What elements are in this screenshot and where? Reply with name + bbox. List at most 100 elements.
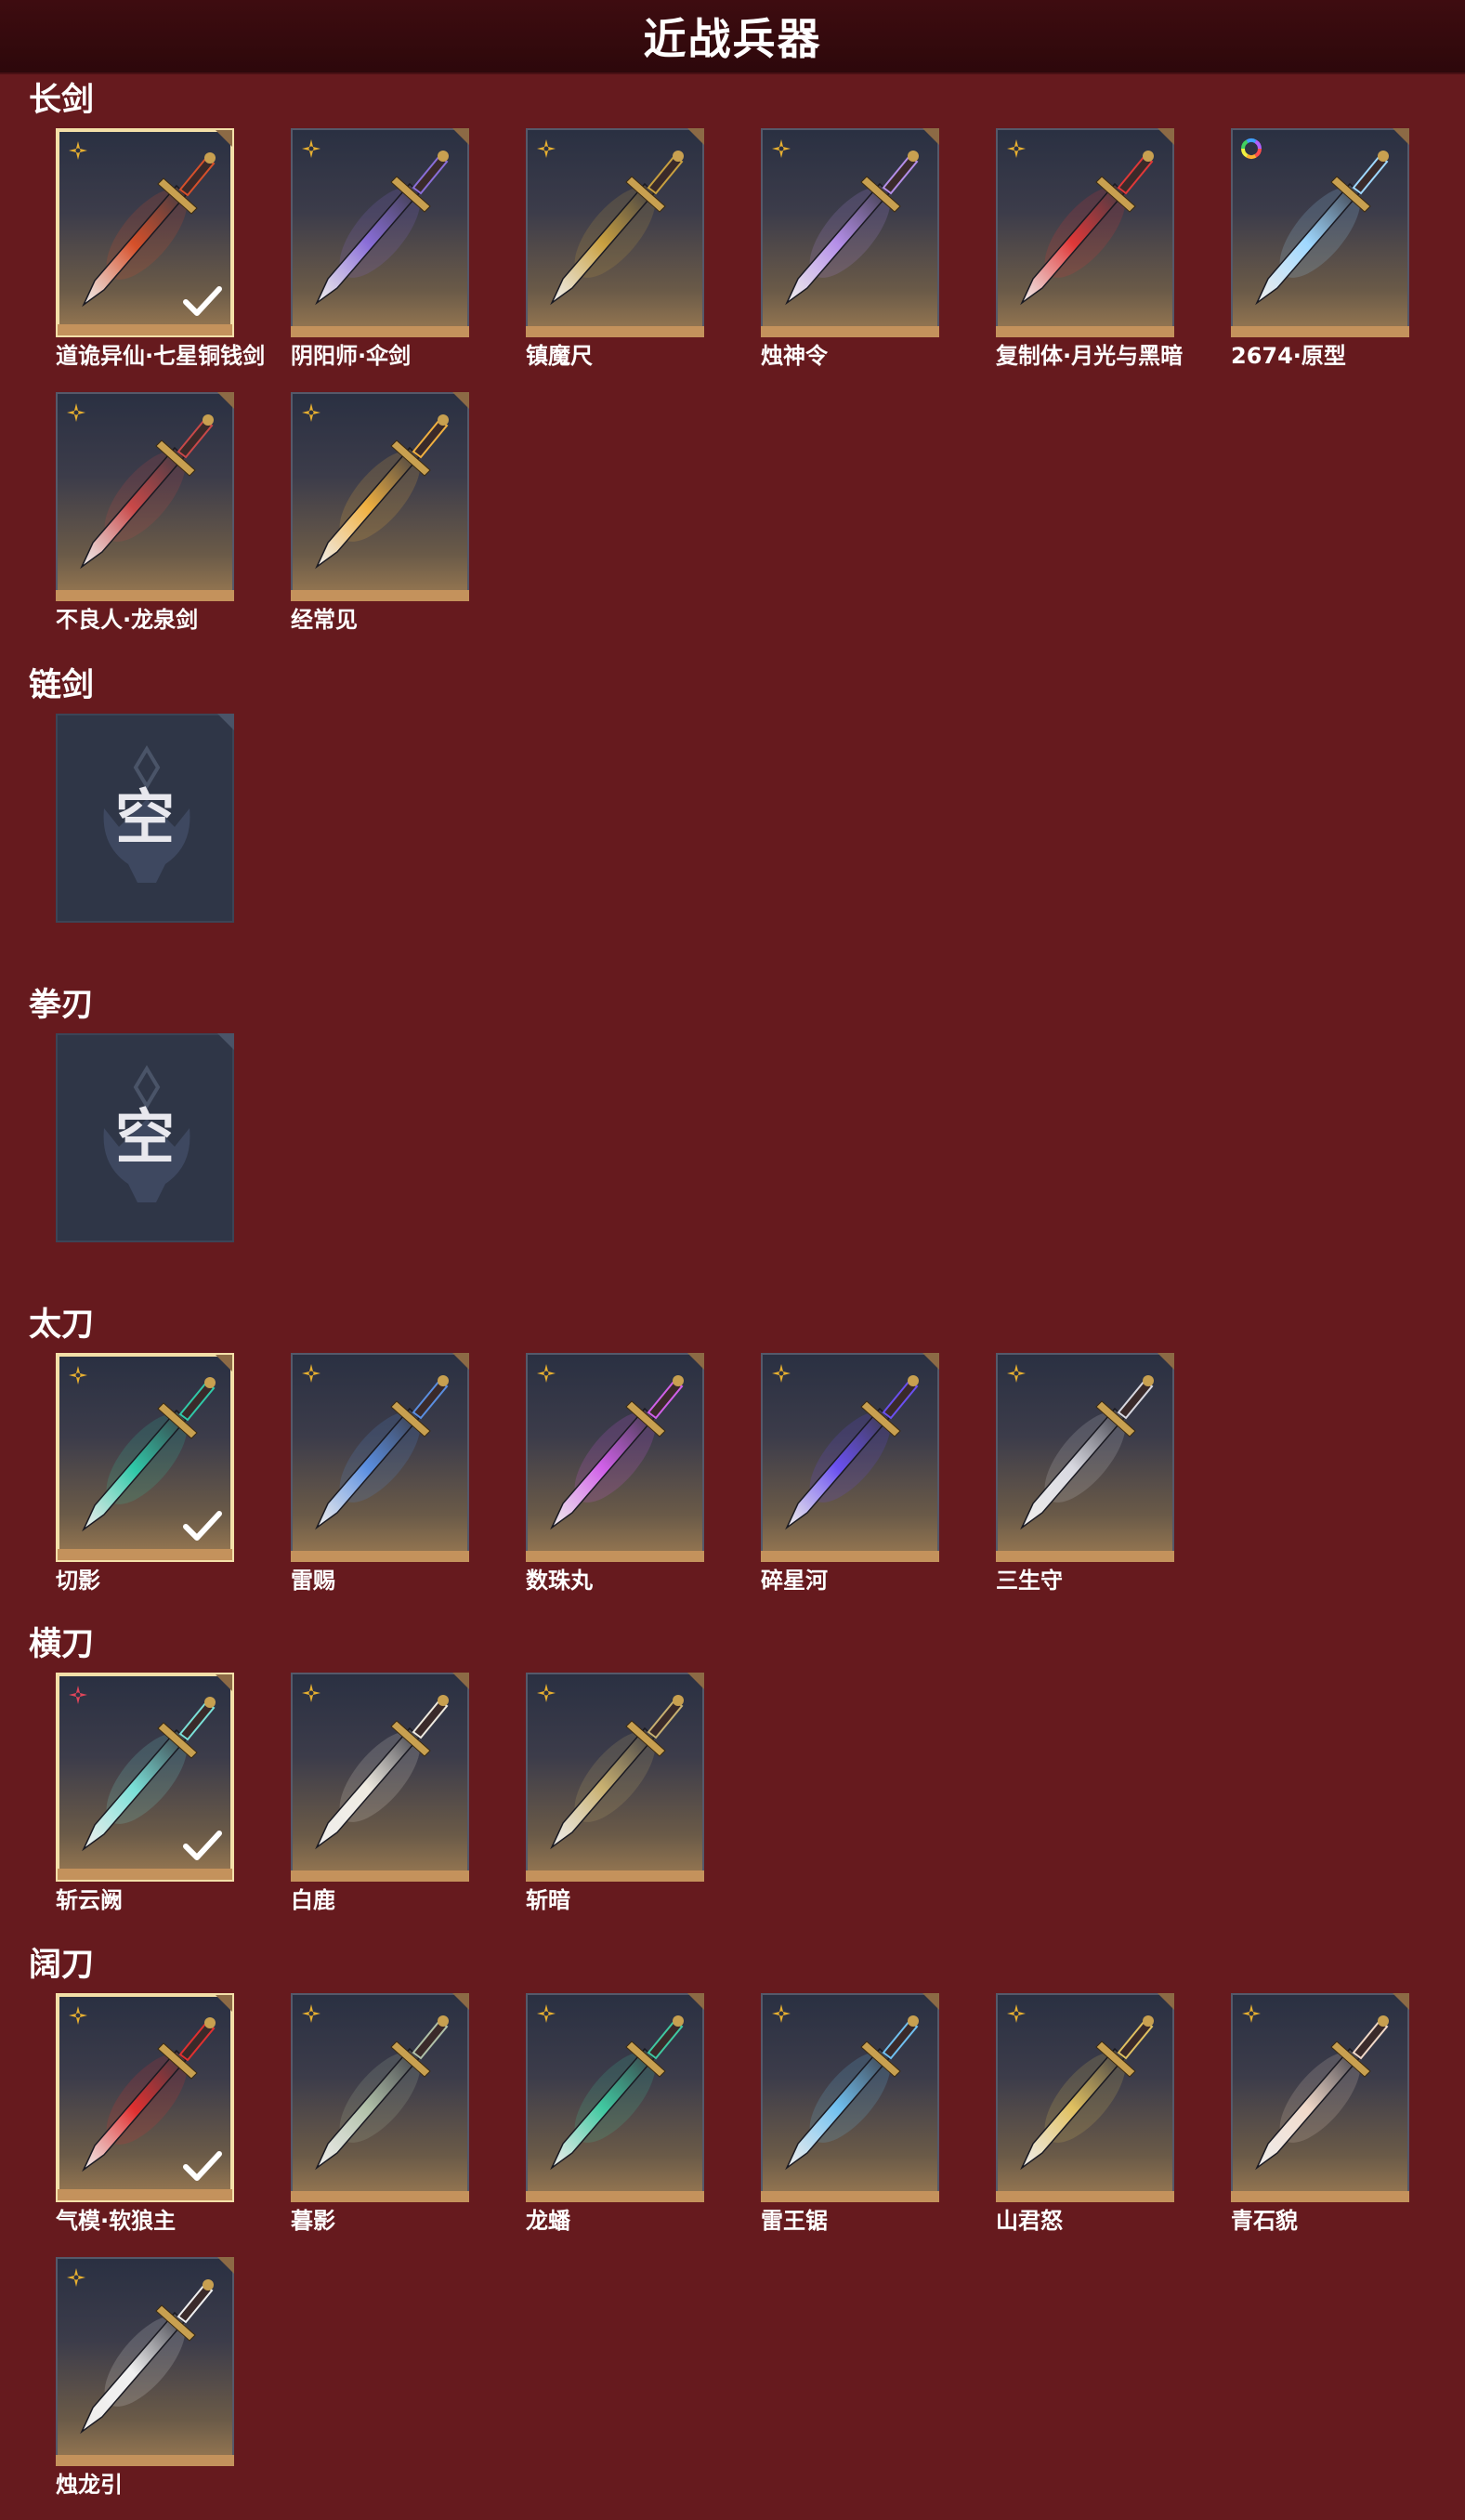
section-title: 长剑 xyxy=(29,82,95,119)
weapon-name: 烛神令 xyxy=(761,343,828,369)
weapon-card[interactable] xyxy=(761,1353,939,1562)
weapon-card[interactable] xyxy=(56,128,234,337)
weapon-card[interactable] xyxy=(526,1673,704,1882)
weapon-card[interactable] xyxy=(56,1673,234,1882)
weapon-image xyxy=(550,1375,684,1530)
weapon-card[interactable] xyxy=(526,1993,704,2202)
gold-rarity-icon xyxy=(537,139,556,158)
weapon-card[interactable] xyxy=(291,1993,469,2202)
selected-check-icon xyxy=(183,1831,222,1860)
weapon-card[interactable] xyxy=(526,1353,704,1562)
gold-rarity-icon xyxy=(69,1366,87,1385)
weapon-card[interactable] xyxy=(761,128,939,337)
weapon-image xyxy=(785,1375,919,1530)
weapon-card[interactable] xyxy=(56,1353,234,1562)
weapon-name: 不良人·龙泉剑 xyxy=(56,607,199,633)
weapon-image xyxy=(315,414,449,570)
weapon-image xyxy=(1255,151,1389,306)
weapon-name: 白鹿 xyxy=(291,1887,335,1913)
empty-label: 空 xyxy=(115,1104,175,1173)
selected-check-icon xyxy=(183,2151,222,2181)
corner-tab xyxy=(217,714,234,730)
weapon-name: 斩暗 xyxy=(526,1887,570,1913)
section-title: 链剑 xyxy=(29,667,95,704)
weapon-image xyxy=(80,414,214,570)
gold-rarity-icon xyxy=(772,2004,791,2023)
weapon-name: 经常见 xyxy=(291,607,358,633)
gold-rarity-icon xyxy=(1242,2004,1261,2023)
weapon-image xyxy=(1255,2015,1389,2171)
weapon-name: 雷王锯 xyxy=(761,2208,828,2234)
title-bar: 近战兵器 xyxy=(0,0,1465,74)
weapon-card[interactable] xyxy=(996,1353,1174,1562)
weapon-image xyxy=(315,2015,449,2171)
gold-rarity-icon xyxy=(67,403,85,422)
gold-rarity-icon xyxy=(772,139,791,158)
corner-tab xyxy=(217,1033,234,1050)
weapon-card[interactable] xyxy=(56,392,234,601)
weapon-name: 斩云阙 xyxy=(56,1887,123,1913)
weapon-name: 雷赐 xyxy=(291,1568,335,1594)
weapon-card[interactable] xyxy=(996,1993,1174,2202)
gold-rarity-icon xyxy=(537,2004,556,2023)
gold-rarity-icon xyxy=(302,139,320,158)
gold-rarity-icon xyxy=(69,2006,87,2025)
section-title: 太刀 xyxy=(29,1306,95,1344)
gold-rarity-icon xyxy=(537,1364,556,1383)
gold-rarity-icon xyxy=(1007,139,1026,158)
gold-rarity-icon xyxy=(302,403,320,422)
weapon-image xyxy=(1020,151,1154,306)
weapon-image xyxy=(315,1695,449,1850)
weapon-card[interactable] xyxy=(291,1353,469,1562)
section-title: 阔刀 xyxy=(29,1947,95,1984)
weapon-name: 镇魔尺 xyxy=(526,343,593,369)
weapon-card[interactable] xyxy=(291,392,469,601)
weapon-image xyxy=(315,151,449,306)
gold-rarity-icon xyxy=(69,141,87,160)
weapon-image xyxy=(315,1375,449,1530)
weapon-name: 山君怒 xyxy=(996,2208,1063,2234)
weapon-card[interactable] xyxy=(291,1673,469,1882)
weapon-name: 数珠丸 xyxy=(526,1568,593,1594)
gold-rarity-icon xyxy=(302,2004,320,2023)
weapon-name: 切影 xyxy=(56,1568,100,1594)
weapon-image xyxy=(1020,2015,1154,2171)
weapon-image xyxy=(1020,1375,1154,1530)
weapon-image xyxy=(785,2015,919,2171)
section-title: 横刀 xyxy=(29,1626,95,1663)
weapon-image xyxy=(550,2015,684,2171)
weapon-name: 阴阳师·伞剑 xyxy=(291,343,412,369)
weapon-card[interactable] xyxy=(56,1993,234,2202)
weapon-image xyxy=(80,2279,214,2435)
weapon-card[interactable] xyxy=(526,128,704,337)
empty-slot[interactable]: 空 xyxy=(56,714,234,923)
empty-slot[interactable]: 空 xyxy=(56,1033,234,1242)
gold-rarity-icon xyxy=(67,2268,85,2287)
weapon-image xyxy=(785,151,919,306)
red-rarity-icon xyxy=(69,1686,87,1704)
selected-check-icon xyxy=(183,1511,222,1541)
gold-rarity-icon xyxy=(772,1364,791,1383)
weapon-image xyxy=(550,1695,684,1850)
gold-rarity-icon xyxy=(302,1684,320,1702)
weapon-name: 暮影 xyxy=(291,2208,335,2234)
weapon-name: 气模·软狼主 xyxy=(56,2208,177,2234)
weapon-name: 三生守 xyxy=(996,1568,1063,1594)
weapon-name: 烛龙引 xyxy=(56,2472,123,2498)
selected-check-icon xyxy=(183,286,222,316)
weapon-card[interactable] xyxy=(761,1993,939,2202)
weapon-card[interactable] xyxy=(56,2257,234,2466)
page-title: 近战兵器 xyxy=(643,14,822,64)
section-title: 拳刃 xyxy=(29,987,95,1024)
gold-rarity-icon xyxy=(1007,1364,1026,1383)
gold-rarity-icon xyxy=(1007,2004,1026,2023)
weapon-name: 2674·原型 xyxy=(1231,343,1346,369)
weapon-name: 龙蟠 xyxy=(526,2208,570,2234)
weapon-card[interactable] xyxy=(996,128,1174,337)
gold-rarity-icon xyxy=(302,1364,320,1383)
weapon-card[interactable] xyxy=(1231,1993,1409,2202)
weapon-name: 碎星河 xyxy=(761,1568,828,1594)
weapon-card[interactable] xyxy=(1231,128,1409,337)
gold-rarity-icon xyxy=(537,1684,556,1702)
weapon-card[interactable] xyxy=(291,128,469,337)
